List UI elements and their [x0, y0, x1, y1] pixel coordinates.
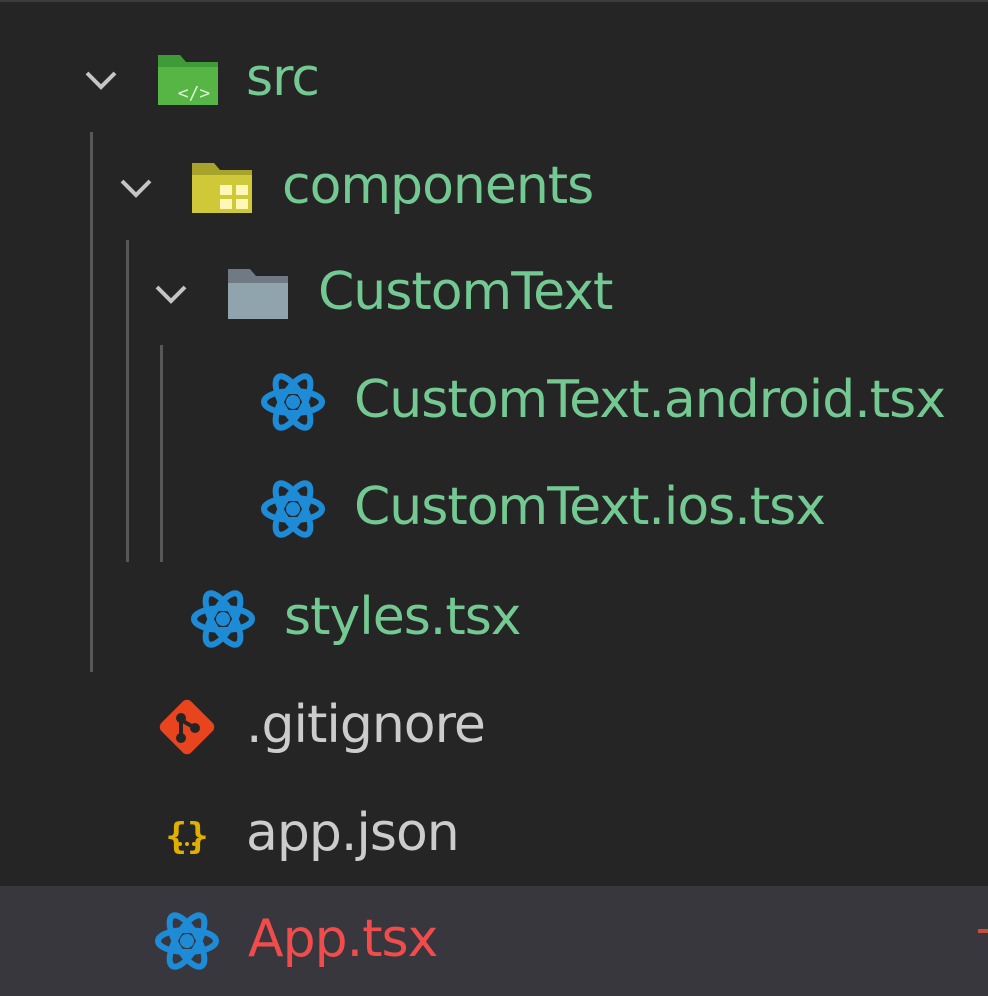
tree-item-label: components: [282, 155, 594, 216]
chevron-down-icon[interactable]: [154, 283, 188, 305]
folder-src-icon: </>: [158, 54, 218, 105]
tree-item-label: CustomText.android.tsx: [354, 369, 946, 430]
file-explorer: </> src components CustomText CustomText…: [0, 0, 988, 996]
svg-text:</>: </>: [178, 83, 211, 104]
tree-item-label: App.tsx: [248, 909, 438, 969]
json-icon: {}: [165, 816, 208, 857]
tree-item-label: styles.tsx: [284, 586, 522, 647]
folder-icon: [228, 268, 288, 319]
tree-item-label: src: [246, 47, 320, 108]
tree-item-label: .gitignore: [246, 694, 486, 755]
tree-item-app-json[interactable]: {} app.json: [0, 781, 988, 888]
error-marker: [978, 929, 988, 933]
react-icon: [260, 369, 326, 435]
svg-text:{}: {}: [165, 816, 208, 857]
react-icon: [260, 476, 326, 542]
react-icon: [154, 908, 220, 974]
git-icon: [159, 699, 215, 754]
panel-top-border: [0, 0, 988, 2]
tree-item-gitignore[interactable]: .gitignore: [0, 673, 988, 780]
tree-item-label: CustomText: [318, 261, 613, 322]
chevron-down-icon[interactable]: [84, 69, 118, 91]
chevron-down-icon[interactable]: [119, 177, 153, 199]
folder-components-icon: [192, 162, 252, 213]
tree-item-customtext-ios[interactable]: CustomText.ios.tsx: [0, 455, 988, 562]
react-icon: [190, 586, 256, 652]
tree-item-components[interactable]: components: [0, 134, 988, 241]
tree-item-label: app.json: [246, 802, 460, 863]
tree-item-app-tsx[interactable]: App.tsx: [0, 886, 988, 996]
tree-item-customtext-android[interactable]: CustomText.android.tsx: [0, 348, 988, 455]
tree-item-label: CustomText.ios.tsx: [354, 476, 826, 537]
tree-item-customtext-folder[interactable]: CustomText: [0, 240, 988, 347]
tree-item-src[interactable]: </> src: [0, 26, 988, 133]
tree-item-styles[interactable]: styles.tsx: [0, 565, 988, 672]
